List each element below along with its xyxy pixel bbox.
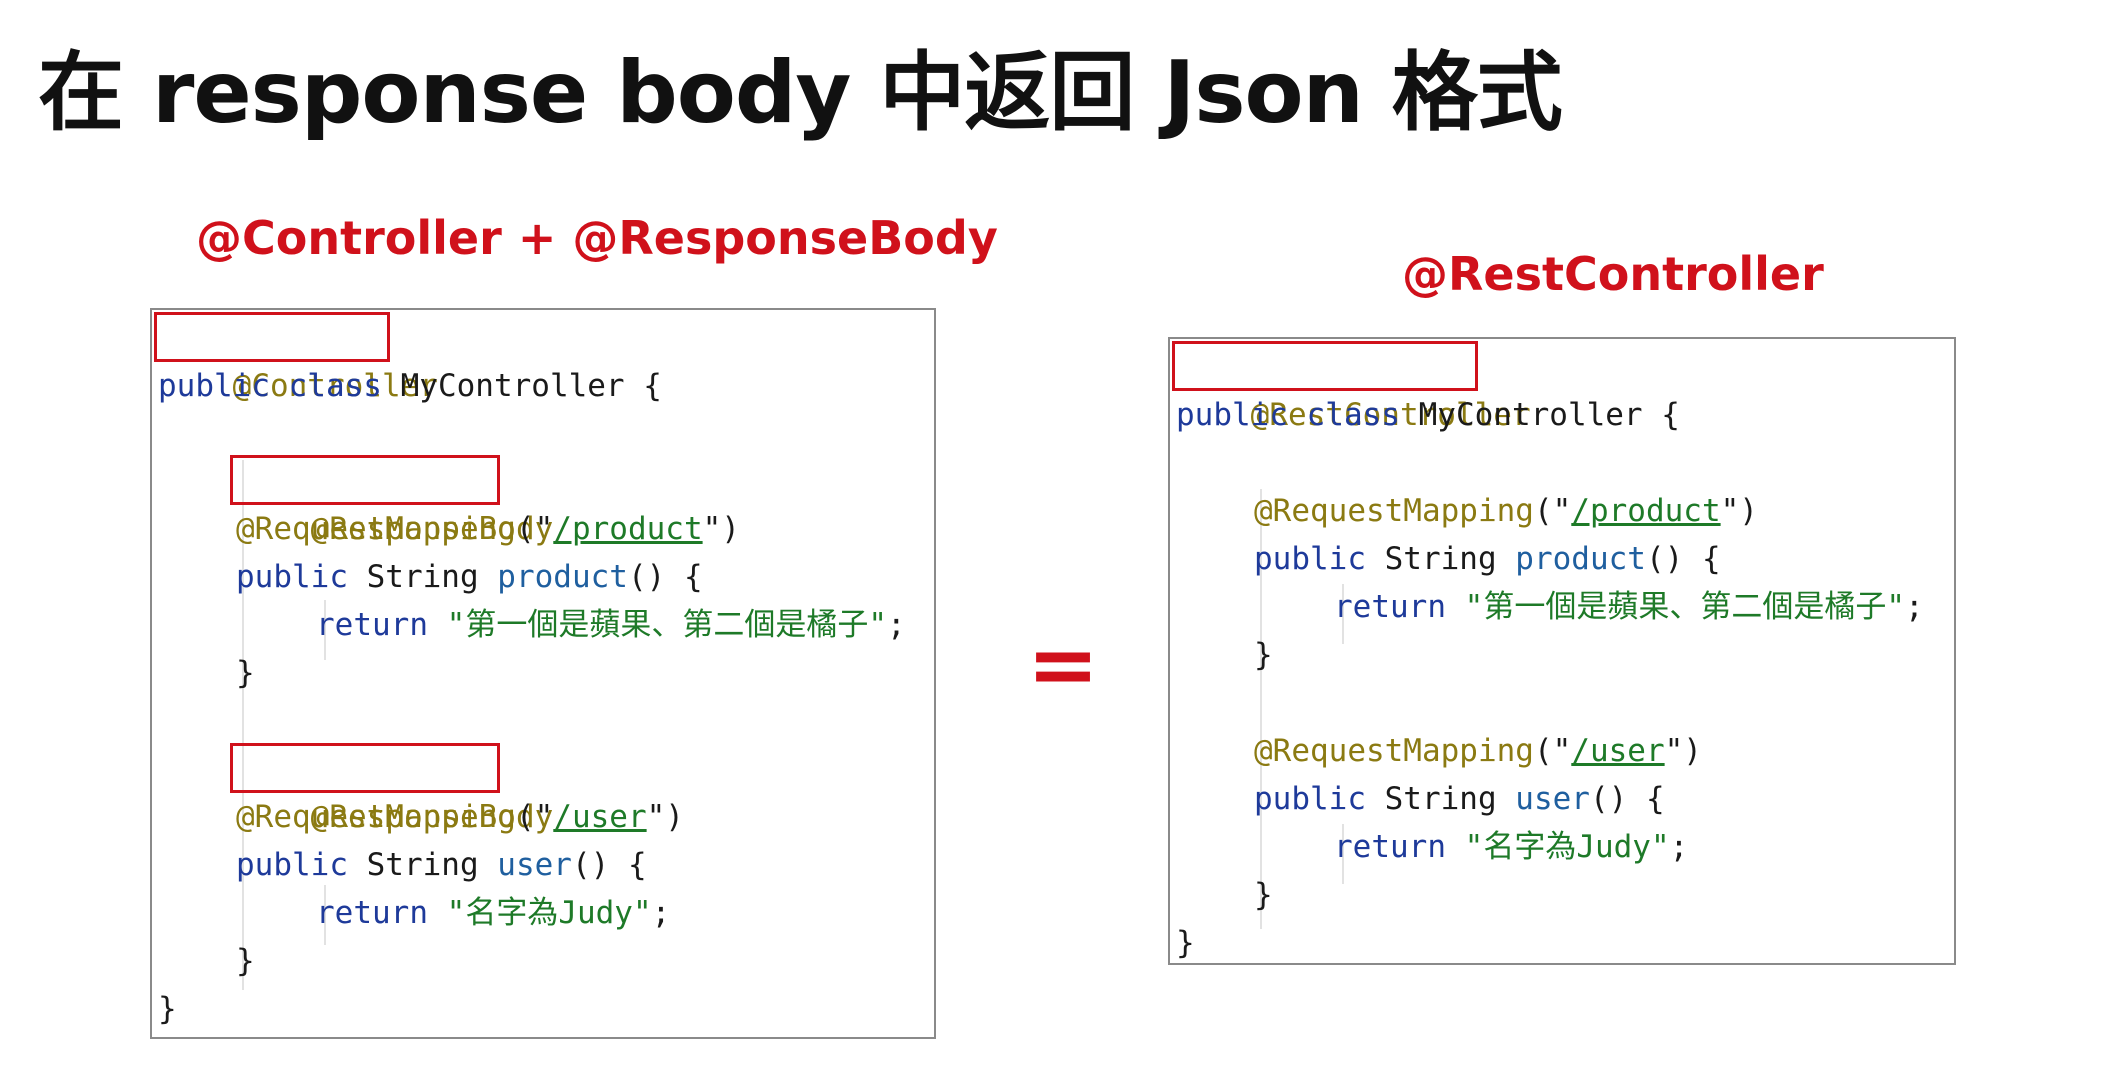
code-line: @RequestMapping("/product") [1254,487,1758,535]
method-name: product [497,559,628,595]
keyword: public class [1176,397,1400,433]
right-code-panel: @RestController public class MyControlle… [1168,337,1956,965]
method-name: user [1515,781,1590,817]
requestmapping-annotation: @RequestMapping [236,799,516,835]
responsebody-highlight-box [230,455,500,505]
method-name: user [497,847,572,883]
keyword: return [1334,589,1446,625]
responsebody-highlight-box [230,743,500,793]
code-line: public String user() { [236,841,647,889]
code-line: } [1176,919,1195,963]
closing-brace: } [236,655,255,691]
paren: ") [702,511,740,547]
keyword: public [1254,541,1366,577]
type: String [1365,541,1516,577]
code-line: } [1254,871,1273,919]
paren: ") [646,799,684,835]
code-line: public class MyController { [1176,391,1680,439]
controller-responsebody-heading: @Controller + @ResponseBody [196,211,998,265]
slide-title: 在 response body 中返回 Json 格式 [38,43,1563,143]
closing-brace: } [1254,877,1273,913]
controller-highlight-box [154,312,390,362]
paren: ") [1720,493,1758,529]
string-literal: "第一個是蘋果、第二個是橘子" [446,607,887,643]
semicolon: ; [1669,829,1689,865]
paren: () { [1645,541,1721,577]
code-line: @RequestMapping("/user") [1254,727,1702,775]
semicolon: ; [651,895,671,931]
keyword: public [1254,781,1366,817]
restcontroller-heading: @RestController [1402,247,1824,301]
paren: (" [1533,493,1572,529]
paren: () { [571,847,647,883]
closing-brace: } [158,991,177,1027]
url-path: /product [553,511,703,547]
code-line: public class MyController { [158,362,662,410]
string-literal: "名字為Judy" [1464,829,1670,865]
paren: () { [627,559,703,595]
keyword: return [316,607,428,643]
url-path: /product [1571,493,1721,529]
requestmapping-annotation: @RequestMapping [1254,733,1534,769]
paren: () { [1589,781,1665,817]
equals-sign: = [1027,615,1100,715]
code-line: public String product() { [236,553,703,601]
keyword: public class [158,368,382,404]
closing-brace: } [1176,925,1195,961]
keyword: public [236,847,348,883]
type: String [347,559,498,595]
method-name: product [1515,541,1646,577]
string-literal: "名字為Judy" [446,895,652,931]
code-line: @RequestMapping("/user") [236,793,684,841]
code-line: @RequestMapping("/product") [236,505,740,553]
url-path: /user [553,799,647,835]
class-name: MyController { [1399,397,1680,433]
type: String [1365,781,1516,817]
code-line: return "名字為Judy"; [316,889,670,937]
code-line: return "第一個是蘋果、第二個是橘子"; [316,601,906,649]
paren: ") [1664,733,1702,769]
keyword: return [1334,829,1446,865]
paren: (" [1533,733,1572,769]
closing-brace: } [1254,637,1273,673]
type: String [347,847,498,883]
class-name: MyController { [381,368,662,404]
semicolon: ; [1904,589,1924,625]
url-path: /user [1571,733,1665,769]
code-line: return "第一個是蘋果、第二個是橘子"; [1334,583,1924,631]
code-line: } [236,937,255,985]
code-line: } [1254,631,1273,679]
code-line: return "名字為Judy"; [1334,823,1688,871]
left-code-panel: @Controller public class MyController { … [150,308,936,1039]
code-line: public String user() { [1254,775,1665,823]
paren: (" [515,511,554,547]
code-line: } [236,649,255,697]
keyword: public [236,559,348,595]
restcontroller-highlight-box [1172,341,1478,391]
code-line: public String product() { [1254,535,1721,583]
semicolon: ; [886,607,906,643]
closing-brace: } [236,943,255,979]
paren: (" [515,799,554,835]
string-literal: "第一個是蘋果、第二個是橘子" [1464,589,1905,625]
requestmapping-annotation: @RequestMapping [1254,493,1534,529]
requestmapping-annotation: @RequestMapping [236,511,516,547]
keyword: return [316,895,428,931]
code-line: } [158,985,177,1033]
